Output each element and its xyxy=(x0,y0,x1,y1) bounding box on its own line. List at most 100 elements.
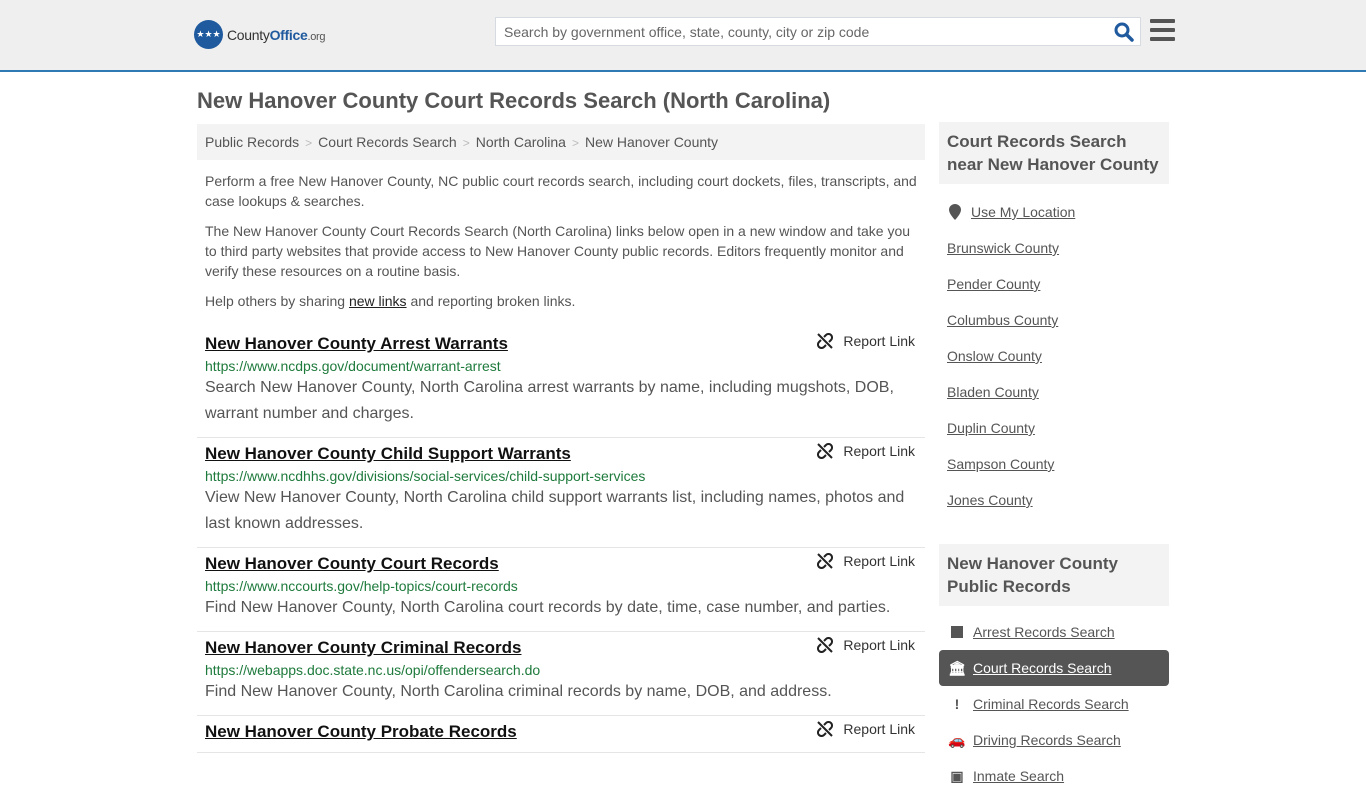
use-location-item: Use My Location xyxy=(947,194,1161,230)
use-my-location-link[interactable]: Use My Location xyxy=(971,204,1075,220)
breadcrumb-current: New Hanover County xyxy=(584,134,719,150)
logo-text-suffix: .org xyxy=(307,30,326,43)
report-link-button[interactable]: Report Link xyxy=(817,721,915,737)
broken-link-icon xyxy=(817,443,834,459)
breadcrumb-north-carolina[interactable]: North Carolina xyxy=(476,134,566,150)
public-records-list: Arrest Records Search 🏛 Court Records Sear… xyxy=(939,606,1169,794)
broken-link-icon xyxy=(817,553,834,569)
menu-bar xyxy=(1150,28,1175,32)
inmate-icon: ▣ xyxy=(950,767,964,784)
courthouse-icon: 🏛 xyxy=(948,659,966,676)
map-marker-icon xyxy=(947,204,963,220)
nearby-county-link[interactable]: Brunswick County xyxy=(947,240,1059,256)
broken-link-icon xyxy=(817,333,834,349)
report-link-label: Report Link xyxy=(843,721,915,737)
menu-bar xyxy=(1150,19,1175,23)
result-description: Search New Hanover County, North Carolin… xyxy=(205,379,894,422)
report-link-label: Report Link xyxy=(843,553,915,569)
nearby-county-item: Jones County xyxy=(947,482,1161,518)
result-title-link[interactable]: New Hanover County Arrest Warrants xyxy=(205,334,508,354)
intro-text: Perform a free New Hanover County, NC pu… xyxy=(205,171,920,321)
breadcrumb: Public Records > Court Records Search > Nort… xyxy=(197,124,925,160)
report-link-label: Report Link xyxy=(843,443,915,459)
exclamation-icon: ! xyxy=(954,696,960,712)
result-url: https://www.ncdps.gov/document/warrant-a… xyxy=(205,358,501,374)
report-link-label: Report Link xyxy=(843,333,915,349)
square-icon xyxy=(949,626,965,638)
search-input[interactable] xyxy=(496,18,1096,45)
public-records-link[interactable]: Driving Records Search xyxy=(973,732,1121,748)
public-records-item[interactable]: Arrest Records Search xyxy=(939,614,1169,650)
logo-text-brand: Office xyxy=(269,26,308,43)
nearby-county-item: Brunswick County xyxy=(947,230,1161,266)
broken-link-icon xyxy=(817,637,834,653)
result-item: New Hanover County Court Records Report L… xyxy=(197,548,925,632)
result-title-link[interactable]: New Hanover County Probate Records xyxy=(205,722,517,742)
public-records-link[interactable]: Arrest Records Search xyxy=(973,624,1115,640)
breadcrumb-court-records-search[interactable]: Court Records Search xyxy=(318,134,457,150)
report-link-button[interactable]: Report Link xyxy=(817,443,915,459)
sidebar: Court Records Search near New Hanover Co… xyxy=(939,122,1169,794)
public-records-item[interactable]: 🚗 Driving Records Search xyxy=(939,722,1169,758)
result-title-link[interactable]: New Hanover County Court Records xyxy=(205,554,499,574)
nearby-county-item: Columbus County xyxy=(947,302,1161,338)
new-links-link[interactable]: new links xyxy=(349,293,407,309)
logo[interactable]: ★★★ CountyOffice.org xyxy=(194,20,326,49)
hamburger-menu-button[interactable] xyxy=(1150,19,1175,41)
public-records-heading: New Hanover County Public Records xyxy=(939,544,1169,606)
nearby-county-link[interactable]: Onslow County xyxy=(947,348,1042,364)
public-records-link[interactable]: Inmate Search xyxy=(973,768,1064,784)
site-header: ★★★ CountyOffice.org xyxy=(0,0,1366,72)
nearby-county-link[interactable]: Pender County xyxy=(947,276,1040,292)
broken-link-icon xyxy=(817,721,834,737)
intro-text-span: Help others by sharing xyxy=(205,293,349,309)
result-url: https://www.nccourts.gov/help-topics/cou… xyxy=(205,578,518,594)
menu-bar xyxy=(1150,37,1175,41)
nearby-county-item: Bladen County xyxy=(947,374,1161,410)
nearby-county-link[interactable]: Sampson County xyxy=(947,456,1054,472)
public-records-item[interactable]: ! Criminal Records Search xyxy=(939,686,1169,722)
nearby-county-link[interactable]: Jones County xyxy=(947,492,1033,508)
result-description: View New Hanover County, North Carolina … xyxy=(205,489,905,532)
logo-eagle-icon: ★★★ xyxy=(194,20,223,49)
car-icon: 🚗 xyxy=(948,731,966,748)
public-records-item[interactable]: 🏛 Court Records Search xyxy=(939,650,1169,686)
intro-paragraph-3: Help others by sharing new links and rep… xyxy=(205,291,920,311)
report-link-button[interactable]: Report Link xyxy=(817,637,915,653)
nearby-county-item: Sampson County xyxy=(947,446,1161,482)
public-records-link[interactable]: Criminal Records Search xyxy=(973,696,1129,712)
report-link-label: Report Link xyxy=(843,637,915,653)
nearby-county-item: Pender County xyxy=(947,266,1161,302)
result-item: New Hanover County Child Support Warrant… xyxy=(197,438,925,548)
nearby-county-link[interactable]: Bladen County xyxy=(947,384,1039,400)
result-description: Find New Hanover County, North Carolina … xyxy=(205,599,891,616)
result-title-link[interactable]: New Hanover County Criminal Records xyxy=(205,638,521,658)
intro-paragraph-2: The New Hanover County Court Records Sea… xyxy=(205,223,911,279)
result-item: New Hanover County Criminal Records Repor… xyxy=(197,632,925,716)
logo-text-prefix: County xyxy=(227,26,270,43)
report-link-button[interactable]: Report Link xyxy=(817,333,915,349)
search-bar xyxy=(495,17,1141,46)
nearby-county-link[interactable]: Columbus County xyxy=(947,312,1058,328)
nearby-list: Use My Location Brunswick County Pender C… xyxy=(939,184,1169,530)
nearby-county-link[interactable]: Duplin County xyxy=(947,420,1035,436)
result-description: Find New Hanover County, North Carolina … xyxy=(205,683,832,700)
page-title: New Hanover County Court Records Search … xyxy=(197,88,831,113)
nearby-county-item: Onslow County xyxy=(947,338,1161,374)
report-link-button[interactable]: Report Link xyxy=(817,553,915,569)
public-records-link[interactable]: Court Records Search xyxy=(973,660,1112,676)
breadcrumb-separator: > xyxy=(462,136,470,150)
result-title-link[interactable]: New Hanover County Child Support Warrant… xyxy=(205,444,571,464)
search-icon xyxy=(1114,22,1134,42)
search-button[interactable] xyxy=(1114,22,1134,42)
nearby-county-item: Duplin County xyxy=(947,410,1161,446)
public-records-item[interactable]: ▣ Inmate Search xyxy=(939,758,1169,794)
breadcrumb-public-records[interactable]: Public Records xyxy=(205,134,299,150)
result-item: New Hanover County Probate Records Report… xyxy=(197,716,925,753)
nearby-heading: Court Records Search near New Hanover Co… xyxy=(939,122,1169,184)
result-url: https://www.ncdhhs.gov/divisions/social-… xyxy=(205,468,646,484)
result-url: https://webapps.doc.state.nc.us/opi/offe… xyxy=(205,662,541,678)
intro-text-span: and reporting broken links. xyxy=(406,293,576,309)
results-list: New Hanover County Arrest Warrants Report… xyxy=(197,328,925,753)
breadcrumb-separator: > xyxy=(571,136,579,150)
